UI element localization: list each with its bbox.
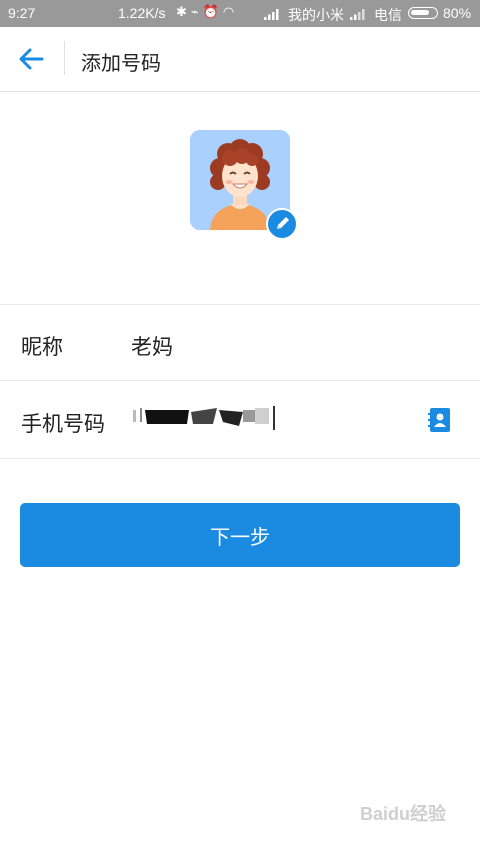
carrier-2: 电信 bbox=[374, 7, 402, 23]
watermark-logo: Baidu经验 bbox=[360, 804, 447, 824]
nickname-field[interactable]: 老妈 bbox=[131, 331, 173, 361]
pencil-icon bbox=[277, 217, 289, 229]
battery-icon bbox=[408, 7, 438, 19]
status-bar: 9:27 1.22K/s ✱⌁⏰◠ 我的小米 电信 80% bbox=[0, 0, 480, 27]
page-title: 添加号码 bbox=[81, 53, 161, 75]
carrier-1: 我的小米 bbox=[288, 7, 344, 23]
battery-fill bbox=[411, 10, 429, 15]
wifi-icon: ◠ bbox=[222, 4, 239, 19]
bluetooth-icon: ✱ bbox=[176, 4, 191, 19]
nickname-row[interactable]: 昵称 老妈 bbox=[0, 305, 480, 381]
header-divider bbox=[64, 41, 65, 75]
contacts-book-icon[interactable] bbox=[428, 407, 452, 433]
phone-label: 手机号码 bbox=[21, 413, 105, 436]
edit-avatar-button[interactable] bbox=[266, 208, 298, 240]
signal-icon bbox=[264, 9, 279, 20]
vibrate-icon: ⌁ bbox=[190, 4, 203, 19]
back-arrow-icon[interactable] bbox=[16, 45, 46, 73]
alarm-icon: ⏰ bbox=[202, 4, 223, 19]
status-time: 9:27 bbox=[8, 5, 36, 21]
app-header: 添加号码 bbox=[0, 27, 480, 92]
next-step-button[interactable]: 下一步 bbox=[20, 503, 460, 567]
signal-2-icon bbox=[350, 9, 365, 20]
status-icons: ✱⌁⏰◠ bbox=[176, 4, 238, 20]
nickname-label: 昵称 bbox=[21, 336, 63, 359]
status-net-speed: 1.22K/s bbox=[118, 5, 166, 21]
phone-number-field[interactable] bbox=[131, 398, 281, 430]
separator-bottom bbox=[0, 458, 480, 459]
battery-percent: 80% bbox=[443, 5, 472, 21]
